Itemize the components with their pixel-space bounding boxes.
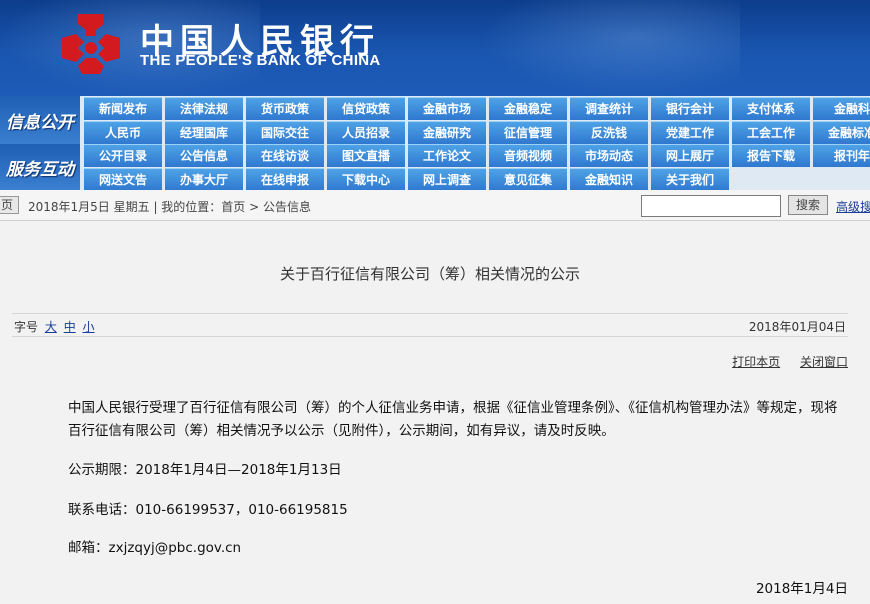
nav-item[interactable]: 公告信息	[165, 144, 243, 167]
nav-item[interactable]: 党建工作	[651, 121, 729, 144]
nav-item[interactable]: 下载中心	[327, 168, 405, 191]
nav-item[interactable]: 反洗钱	[570, 121, 648, 144]
nav-item[interactable]: 工作论文	[408, 144, 486, 167]
nav-group-label: 信息公开	[0, 96, 80, 144]
font-medium-link[interactable]: 中	[64, 320, 76, 334]
signature-date: 2018年1月4日	[755, 581, 848, 597]
nav-row: 新闻发布 法律法规 货币政策 信贷政策 金融市场 金融稳定 调查统计 银行会计 …	[84, 97, 870, 121]
advanced-search-link[interactable]: 高级搜	[836, 198, 870, 215]
article-title: 关于百行征信有限公司（筹）相关情况的公示	[279, 265, 580, 283]
paragraph-text: 中国人民银行受理了百行征信有限公司（筹）的个人征信业务申请，根据《征信业管理条例…	[68, 400, 838, 439]
nav-row: 人民币 经理国库 国际交往 人员招录 金融研究 征信管理 反洗钱 党建工作 工会…	[84, 121, 870, 145]
print-page-link[interactable]: 打印本页	[732, 355, 780, 369]
nav-item[interactable]: 在线申报	[246, 168, 324, 191]
nav-item[interactable]: 人员招录	[327, 121, 405, 144]
nav-item[interactable]: 支付体系	[732, 97, 810, 120]
nav-item[interactable]: 在线访谈	[246, 144, 324, 167]
font-small-link[interactable]: 小	[83, 320, 95, 334]
contact-phone: 联系电话：010-66199537，010-66195815	[68, 502, 348, 518]
nav-item[interactable]: 音频视频	[489, 144, 567, 167]
nav-row: 公开目录 公告信息 在线访谈 图文直播 工作论文 音频视频 市场动态 网上展厅 …	[84, 144, 870, 168]
font-size-label: 字号	[14, 320, 39, 334]
nav-item[interactable]: 国际交往	[246, 121, 324, 144]
font-large-link[interactable]: 大	[45, 320, 57, 334]
site-header: 中国人民银行 THE PEOPLE'S BANK OF CHINA	[0, 0, 870, 96]
pboc-emblem-icon[interactable]	[56, 8, 126, 78]
nav-item[interactable]: 金融标准	[813, 121, 870, 144]
nav-item[interactable]: 调查统计	[570, 97, 648, 120]
header-decoration	[480, 0, 740, 96]
nav-item[interactable]: 新闻发布	[84, 97, 162, 120]
nav-item[interactable]: 货币政策	[246, 97, 324, 120]
article-area: 关于百行征信有限公司（筹）相关情况的公示 字号 大 中 小 2018年01月04…	[0, 221, 870, 604]
article-meta-bar: 字号 大 中 小 2018年01月04日	[12, 313, 848, 337]
nav-item[interactable]: 金融稳定	[489, 97, 567, 120]
nav-group-label: 服务互动	[0, 144, 80, 190]
publish-date: 2018年01月04日	[748, 320, 846, 334]
nav-item[interactable]: 网送文告	[84, 168, 162, 191]
close-window-link[interactable]: 关闭窗口	[800, 355, 848, 369]
nav-item[interactable]: 征信管理	[489, 121, 567, 144]
nav-item[interactable]: 网上调查	[408, 168, 486, 191]
notice-period: 公示期限：2018年1月4日—2018年1月13日	[68, 462, 342, 478]
nav-item[interactable]: 工会工作	[732, 121, 810, 144]
nav-item[interactable]: 办事大厅	[165, 168, 243, 191]
nav-item[interactable]: 市场动态	[570, 144, 648, 167]
search-input[interactable]	[641, 195, 781, 217]
breadcrumb-bar: 页 2018年1月5日 星期五 | 我的位置：首页 > 公告信息 搜索 高级搜	[0, 190, 870, 221]
nav-row: 网送文告 办事大厅 在线申报 下载中心 网上调查 意见征集 金融知识 关于我们	[84, 168, 732, 192]
nav-item[interactable]: 关于我们	[651, 168, 729, 191]
nav-item[interactable]: 网上展厅	[651, 144, 729, 167]
nav-item[interactable]: 报告下载	[732, 144, 810, 167]
nav-item[interactable]: 人民币	[84, 121, 162, 144]
nav-item[interactable]: 法律法规	[165, 97, 243, 120]
font-size-controls: 字号 大 中 小	[14, 318, 95, 335]
article-paragraph: 中国人民银行受理了百行征信有限公司（筹）的个人征信业务申请，根据《征信业管理条例…	[68, 397, 838, 443]
nav-item[interactable]: 经理国库	[165, 121, 243, 144]
breadcrumb: 2018年1月5日 星期五 | 我的位置：首页 > 公告信息	[28, 200, 311, 214]
nav-item[interactable]: 信贷政策	[327, 97, 405, 120]
nav-item[interactable]: 金融市场	[408, 97, 486, 120]
site-logo-english[interactable]: THE PEOPLE'S BANK OF CHINA	[140, 52, 381, 69]
nav-item[interactable]: 意见征集	[489, 168, 567, 191]
nav-item[interactable]: 银行会计	[651, 97, 729, 120]
nav-item[interactable]: 金融知识	[570, 168, 648, 191]
article-tools: 打印本页 关闭窗口	[716, 353, 848, 370]
search-button[interactable]: 搜索	[788, 195, 828, 215]
nav-item[interactable]: 金融科	[813, 97, 870, 120]
home-button[interactable]: 页	[0, 196, 20, 214]
nav-item[interactable]: 报刊年	[813, 144, 870, 167]
nav-item[interactable]: 公开目录	[84, 144, 162, 167]
nav-item[interactable]: 图文直播	[327, 144, 405, 167]
contact-email: 邮箱：zxjzqyj@pbc.gov.cn	[68, 540, 242, 556]
nav-group-info: 信息公开 新闻发布 法律法规 货币政策 信贷政策 金融市场 金融稳定 调查统计 …	[0, 96, 870, 144]
nav-group-service: 服务互动 公开目录 公告信息 在线访谈 图文直播 工作论文 音频视频 市场动态 …	[0, 144, 870, 192]
nav-item[interactable]: 金融研究	[408, 121, 486, 144]
